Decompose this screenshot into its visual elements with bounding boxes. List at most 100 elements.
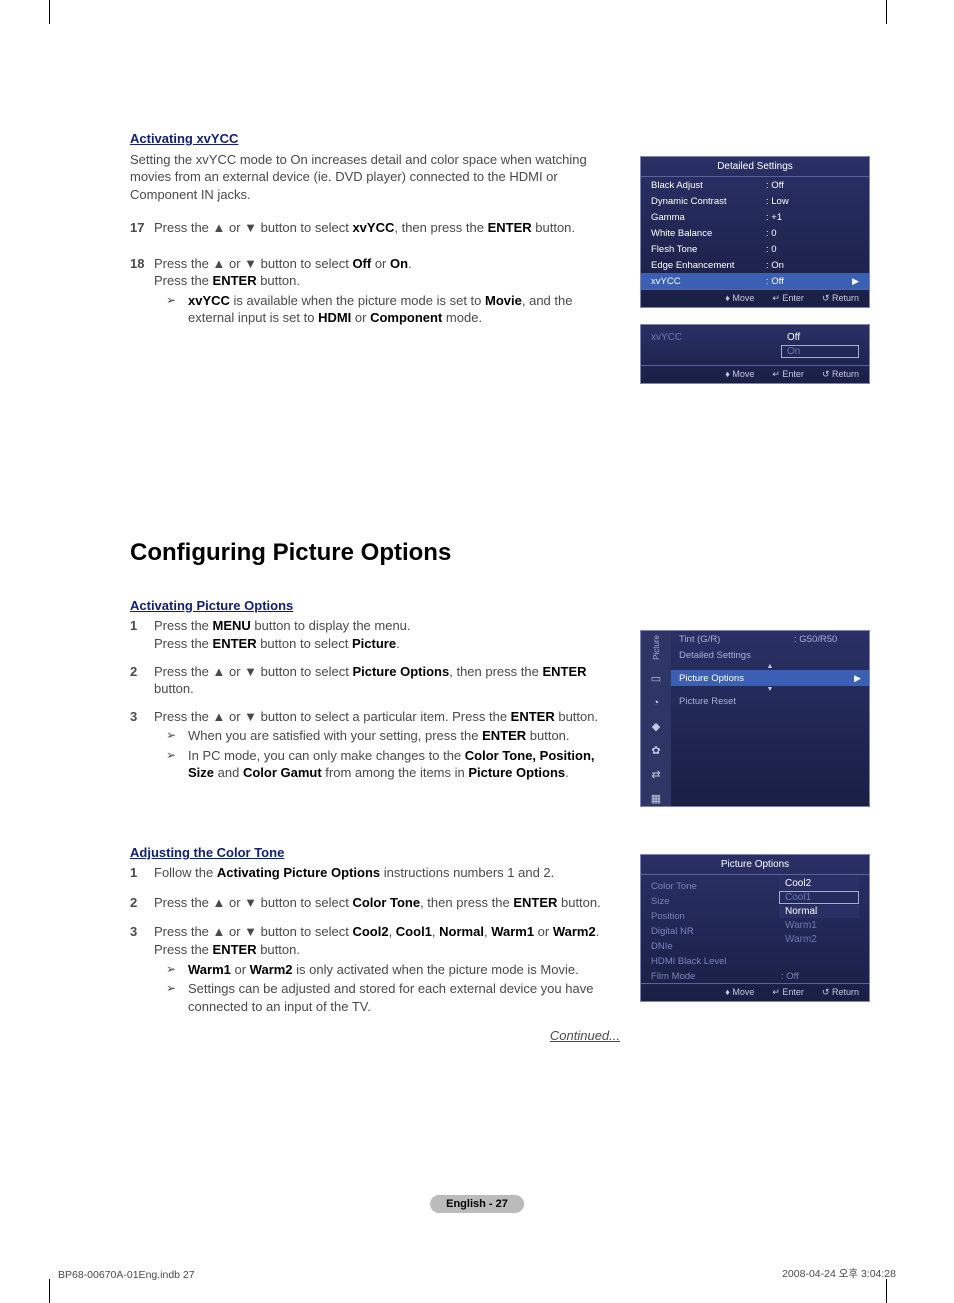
value: : 0 <box>766 228 859 239</box>
osd-left-label: Size <box>651 894 727 909</box>
text: button. <box>526 728 569 743</box>
osd-left-label: HDMI Black Level <box>651 954 727 969</box>
text: or <box>371 256 390 271</box>
color-tone-option: Cool2 <box>779 877 859 890</box>
sidebar-label: Picture <box>652 635 661 660</box>
step-body: Follow the Activating Picture Options in… <box>154 864 620 882</box>
text: . <box>408 256 412 271</box>
text: Move <box>732 987 754 997</box>
arrow-icon: ▶ <box>854 673 861 684</box>
text: . <box>565 765 569 780</box>
footer-move: ♦ Move <box>725 293 754 304</box>
bold: ENTER <box>213 942 257 957</box>
step-2: 2 Press the ▲ or ▼ button to select Pict… <box>130 663 620 698</box>
osd-row-tint: Tint (G/R): G50/R50 <box>671 631 869 647</box>
text: button to display the menu. <box>251 618 411 633</box>
bold: ENTER <box>488 220 532 235</box>
bold: On <box>390 256 408 271</box>
osd-picture-menu: Picture ▭ ◔ ◆ ✿ ⇄ ▦ Tint (G/R): G50/R50 … <box>640 630 870 823</box>
note: In PC mode, you can only make changes to… <box>154 747 620 782</box>
osd-title: Detailed Settings <box>641 157 869 177</box>
step-body: Press the ▲ or ▼ button to select a part… <box>154 708 620 784</box>
osd-label: xvYCC <box>651 331 781 343</box>
bold: Off <box>352 256 371 271</box>
step-number: 18 <box>130 255 154 329</box>
text: Enter <box>782 987 804 997</box>
subhead-apo: Activating Picture Options <box>130 597 620 615</box>
step-number: 1 <box>130 617 154 652</box>
text: Press the <box>154 942 213 957</box>
text: from among the items in <box>322 765 469 780</box>
osd-footer: ♦ Move ↵ Enter ↺ Return <box>641 289 869 307</box>
channel-icon: ◆ <box>649 720 663 734</box>
text: , then press the <box>394 220 487 235</box>
step-body: Press the MENU button to display the men… <box>154 617 620 652</box>
osd-footer: ♦ Move ↵ Enter ↺ Return <box>641 365 869 383</box>
footer-return: ↺ Return <box>822 293 859 304</box>
text: When you are satisfied with your setting… <box>188 728 482 743</box>
section-activating-xvycc: Activating xvYCC Setting the xvYCC mode … <box>130 130 620 329</box>
option-off: Off <box>781 331 859 344</box>
footer-enter: ↵ Enter <box>772 369 804 380</box>
bold: ENTER <box>213 636 257 651</box>
text: or <box>534 924 553 939</box>
heading-configuring-picture-options: Configuring Picture Options <box>130 539 884 567</box>
text: Return <box>832 987 859 997</box>
text: mode. <box>442 310 482 325</box>
color-tone-option: Warm1 <box>779 919 859 932</box>
text: and <box>214 765 243 780</box>
bold: MENU <box>213 618 251 633</box>
bold: Normal <box>439 924 484 939</box>
continued-label: Continued... <box>130 1027 620 1045</box>
section-adjusting-color-tone: Adjusting the Color Tone 1 Follow the Ac… <box>130 844 620 1045</box>
bold: Activating Picture Options <box>217 865 380 880</box>
text: Press the ▲ or ▼ button to select <box>154 664 352 679</box>
footer-move: ♦ Move <box>725 369 754 380</box>
value: : Low <box>766 196 859 207</box>
step-number: 3 <box>130 708 154 784</box>
text: button. <box>557 895 600 910</box>
osd-left-label: Film Mode <box>651 969 727 984</box>
bold: xvYCC <box>352 220 394 235</box>
label: Edge Enhancement <box>651 260 766 271</box>
bold: Warm2 <box>553 924 596 939</box>
osd-row: xvYCC: Off▶ <box>641 273 869 289</box>
text: In PC mode, you can only make changes to… <box>188 748 465 763</box>
osd-sidebar: Picture ▭ ◔ ◆ ✿ ⇄ ▦ <box>641 631 671 806</box>
text: button. <box>532 220 575 235</box>
app-icon: ▦ <box>649 792 663 806</box>
text: is available when the picture mode is se… <box>230 293 485 308</box>
film-mode-value: : Off <box>781 971 799 982</box>
osd-picture-options: Picture Options Color ToneSizePositionDi… <box>640 854 870 1018</box>
intro-xvycc: Setting the xvYCC mode to On increases d… <box>130 151 620 204</box>
value: : 0 <box>766 244 859 255</box>
step-number: 17 <box>130 219 154 237</box>
text: , then press the <box>420 895 513 910</box>
osd-row: White Balance: 0 <box>641 225 869 241</box>
text: , then press the <box>449 664 542 679</box>
text: Press the ▲ or ▼ button to select <box>154 256 352 271</box>
osd-row: Edge Enhancement: On <box>641 257 869 273</box>
value: : Off <box>766 180 859 191</box>
value: : +1 <box>766 212 859 223</box>
value: : Off <box>766 276 852 287</box>
footer-return: ↺ Return <box>822 987 859 998</box>
step-number: 1 <box>130 864 154 882</box>
text: Return <box>832 293 859 303</box>
step-number: 2 <box>130 663 154 698</box>
setup-icon: ✿ <box>649 744 663 758</box>
text: is only activated when the picture mode … <box>293 962 579 977</box>
step-1: 1 Follow the Activating Picture Options … <box>130 864 620 882</box>
subhead-xvycc: Activating xvYCC <box>130 130 620 148</box>
bold: Warm1 <box>491 924 534 939</box>
bold: ENTER <box>542 664 586 679</box>
osd-detailed-settings: Detailed Settings Black Adjust: OffDynam… <box>640 156 870 400</box>
scroll-up-icon: ▲ <box>671 663 869 670</box>
text: or <box>231 962 250 977</box>
text: Press the <box>154 636 213 651</box>
footer-enter: ↵ Enter <box>772 293 804 304</box>
bold: ENTER <box>213 273 257 288</box>
bold: Picture <box>352 636 396 651</box>
text: Follow the <box>154 865 217 880</box>
bold: ENTER <box>513 895 557 910</box>
